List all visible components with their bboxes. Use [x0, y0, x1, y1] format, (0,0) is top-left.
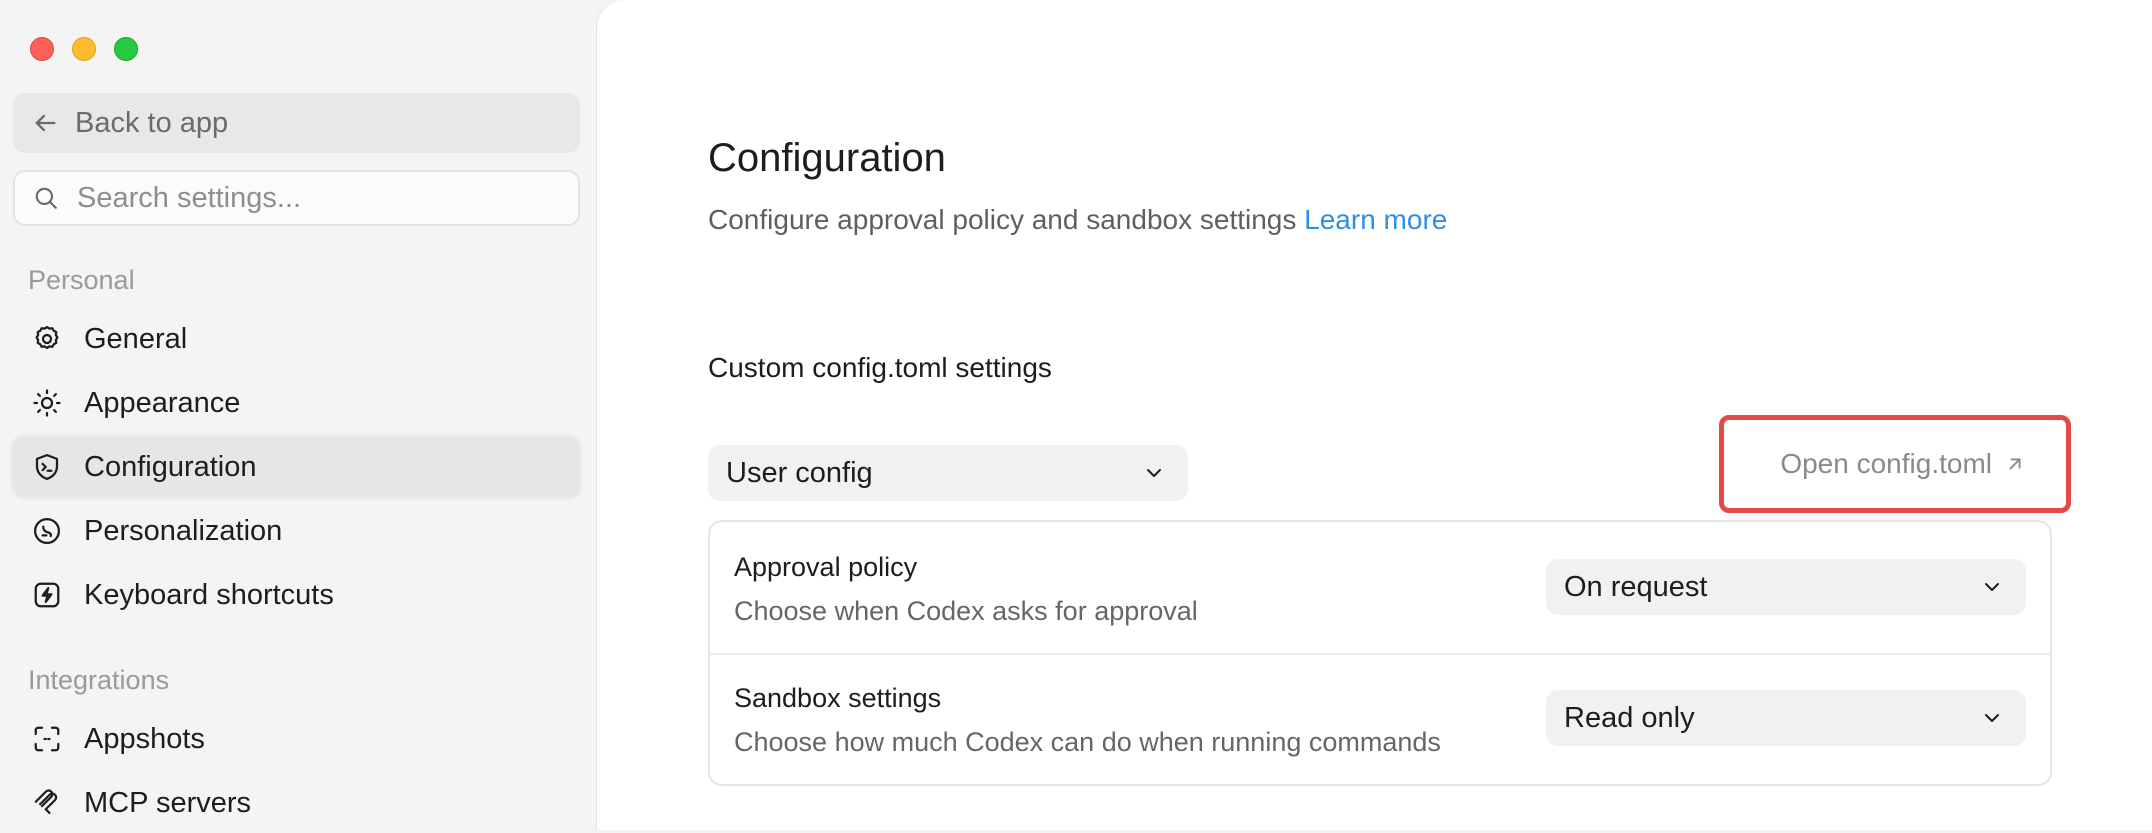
gear-icon	[30, 322, 64, 356]
window-controls	[30, 37, 138, 61]
config-scope-value: User config	[726, 456, 873, 489]
subtitle-text: Configure approval policy and sandbox se…	[708, 204, 1297, 235]
settings-main-panel: Configuration Configure approval policy …	[596, 0, 2152, 830]
sidebar-item-label: Personalization	[84, 514, 283, 547]
chevron-down-icon	[1985, 583, 1999, 591]
lightning-icon	[30, 578, 64, 612]
sidebar-item-label: MCP servers	[84, 786, 252, 819]
approval-policy-select[interactable]: On request	[1546, 559, 2026, 615]
minimize-window-button[interactable]	[72, 37, 96, 61]
chevron-down-icon	[1147, 469, 1161, 477]
back-to-app-label: Back to app	[75, 106, 229, 139]
row-description: Choose how much Codex can do when runnin…	[734, 727, 1441, 757]
sandbox-settings-value: Read only	[1564, 701, 1695, 734]
sidebar-item-appearance[interactable]: Appearance	[13, 373, 580, 433]
sidebar: Back to app Personal General Appearance …	[0, 0, 596, 830]
sandbox-settings-row: Sandbox settings Choose how much Codex c…	[710, 653, 2050, 784]
approval-policy-row: Approval policy Choose when Codex asks f…	[710, 522, 2050, 655]
settings-card: Approval policy Choose when Codex asks f…	[708, 520, 2052, 786]
sidebar-item-mcp-servers[interactable]: MCP servers	[13, 773, 580, 833]
section-label-personal: Personal	[28, 265, 135, 295]
row-title: Sandbox settings	[734, 683, 942, 713]
sidebar-item-configuration[interactable]: Configuration	[13, 437, 580, 497]
arrow-left-icon	[35, 114, 56, 132]
section-title: Custom config.toml settings	[708, 352, 1052, 383]
search-settings[interactable]	[13, 170, 580, 226]
approval-policy-value: On request	[1564, 570, 1708, 603]
learn-more-link[interactable]: Learn more	[1304, 204, 1447, 235]
back-to-app-button[interactable]: Back to app	[13, 93, 580, 153]
sandbox-settings-select[interactable]: Read only	[1546, 690, 2026, 746]
mcp-icon	[30, 786, 64, 820]
sidebar-item-label: Appearance	[84, 386, 241, 419]
chevron-down-icon	[1985, 714, 1999, 722]
sun-icon	[30, 386, 64, 420]
open-config-label: Open config.toml	[1780, 448, 1992, 479]
open-config-toml-button[interactable]: Open config.toml	[1719, 415, 2071, 513]
personalization-icon	[30, 514, 64, 548]
row-description: Choose when Codex asks for approval	[734, 596, 1198, 626]
zoom-window-button[interactable]	[114, 37, 138, 61]
arrow-up-right-icon	[2009, 458, 2021, 470]
sidebar-item-label: Appshots	[84, 722, 205, 755]
page-subtitle: Configure approval policy and sandbox se…	[708, 204, 1447, 236]
row-title: Approval policy	[734, 552, 918, 582]
page-title: Configuration	[708, 136, 946, 180]
sidebar-item-personalization[interactable]: Personalization	[13, 501, 580, 561]
search-input[interactable]	[75, 180, 559, 216]
search-icon	[35, 187, 57, 209]
sidebar-item-keyboard-shortcuts[interactable]: Keyboard shortcuts	[13, 565, 580, 625]
sidebar-item-label: Configuration	[84, 450, 257, 483]
close-window-button[interactable]	[30, 37, 54, 61]
sidebar-item-appshots[interactable]: Appshots	[13, 709, 580, 769]
shield-terminal-icon	[30, 450, 64, 484]
section-label-integrations: Integrations	[28, 665, 170, 695]
sidebar-item-label: General	[84, 322, 188, 355]
config-scope-select[interactable]: User config	[708, 445, 1188, 501]
screenshot-frame-icon	[30, 722, 64, 756]
sidebar-item-general[interactable]: General	[13, 309, 580, 369]
sidebar-item-label: Keyboard shortcuts	[84, 578, 334, 611]
